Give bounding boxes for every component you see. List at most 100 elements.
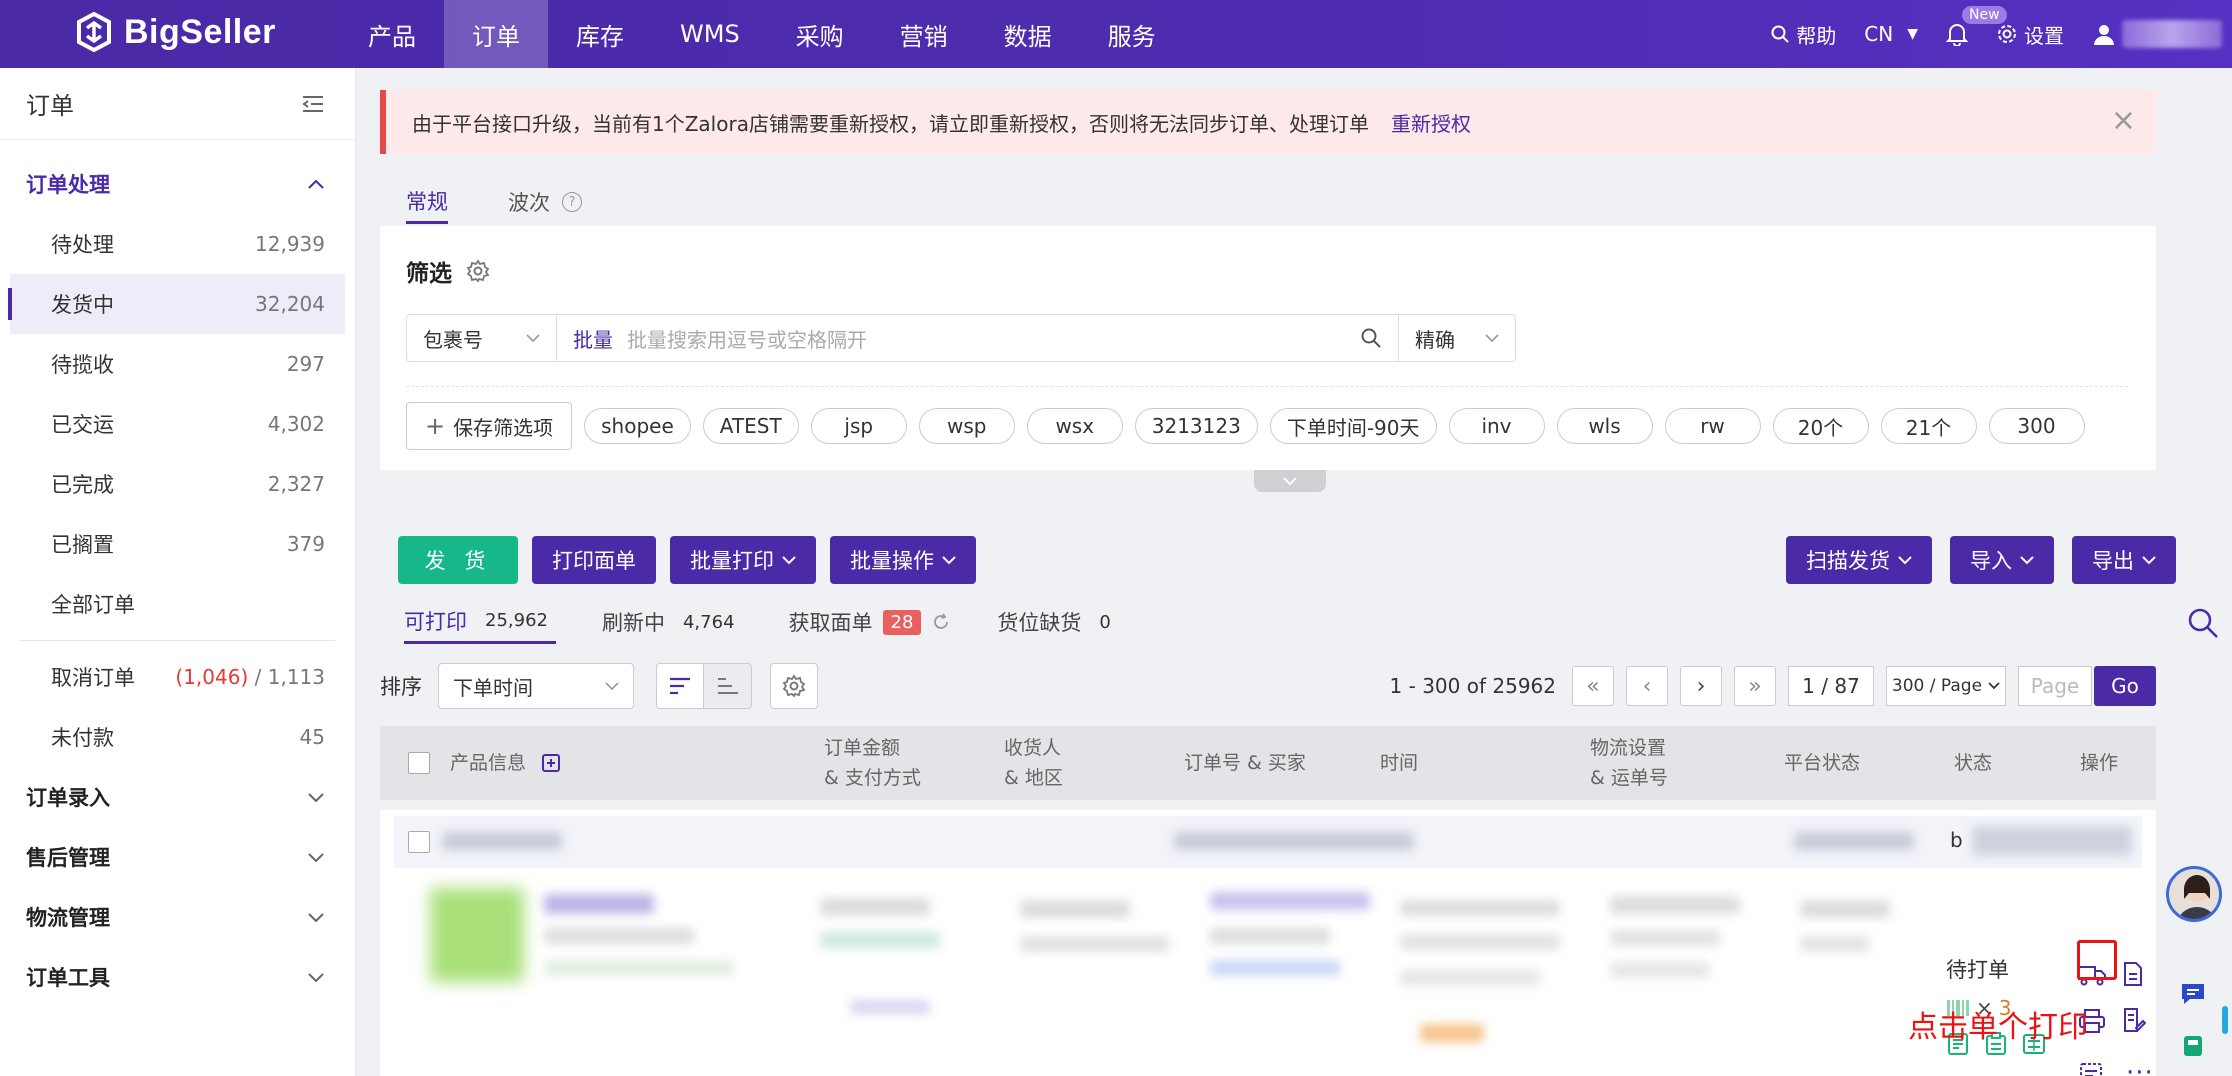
filter-chip[interactable]: 3213123 [1134, 408, 1258, 444]
edit-document-icon[interactable] [2122, 1008, 2146, 1032]
sort-asc-button[interactable] [704, 663, 752, 709]
sidebar-header: 订单 [0, 68, 355, 140]
subtab-fetch-label[interactable]: 获取面单 28 [789, 600, 952, 644]
search-input[interactable]: 批量 批量搜索用逗号或空格隔开 [557, 315, 1399, 361]
nav-item-service[interactable]: 服务 [1080, 0, 1184, 68]
sidebar-item-unpaid[interactable]: 未付款 45 [0, 707, 355, 767]
print-label-button[interactable]: 打印面单 [532, 536, 656, 584]
import-button[interactable]: 导入 [1950, 536, 2054, 584]
language-select[interactable]: CN ▼ [1864, 22, 1918, 46]
sidebar-group-order-entry[interactable]: 订单录入 [0, 767, 355, 827]
nav-item-orders[interactable]: 订单 [444, 0, 548, 68]
batch-toggle[interactable]: 批量 [573, 324, 613, 353]
sidebar-group-after-sales[interactable]: 售后管理 [0, 827, 355, 887]
sidebar-item-cancelled[interactable]: 取消订单 (1,046) / 1,113 [0, 647, 355, 707]
page-jump-input[interactable]: Page [2018, 666, 2092, 706]
support-avatar[interactable] [2166, 866, 2222, 922]
search-field-select[interactable]: 包裹号 [407, 315, 557, 361]
filter-chip[interactable]: rw [1664, 408, 1761, 444]
search-icon[interactable] [1360, 327, 1382, 349]
subtab-label: 获取面单 [788, 611, 873, 635]
save-filter-button[interactable]: + 保存筛选项 [406, 402, 573, 450]
filter-chip[interactable]: wsx [1026, 408, 1123, 444]
blurred-product-image [430, 888, 524, 982]
sidebar-item-all-orders[interactable]: 全部订单 [0, 574, 355, 634]
go-button[interactable]: Go [2094, 666, 2156, 706]
filter-chip[interactable]: wsp [918, 408, 1015, 444]
column-settings-button[interactable] [770, 663, 818, 709]
question-icon[interactable]: ? [562, 192, 582, 212]
last-page-button[interactable]: » [1734, 666, 1776, 706]
batch-print-button[interactable]: 批量打印 [670, 536, 816, 584]
logo[interactable]: BigSeller [74, 12, 276, 52]
blurred-payment [820, 932, 940, 948]
nav-item-purchase[interactable]: 采购 [768, 0, 872, 68]
th-product-label: 产品信息 [450, 752, 527, 774]
nav-item-inventory[interactable]: 库存 [548, 0, 652, 68]
sidebar-item-shipping[interactable]: 发货中 32,204 [8, 274, 345, 334]
match-mode-select[interactable]: 精确 [1399, 315, 1515, 361]
blurred-buyer [1210, 928, 1330, 944]
sidebar-item-on-hold[interactable]: 已搁置 379 [0, 514, 355, 574]
settings-link[interactable]: 设置 [1996, 20, 2064, 49]
sidebar-item-label: 已搁置 [51, 533, 114, 557]
sidebar-group-order-processing[interactable]: 订单处理 [0, 154, 355, 214]
document-icon[interactable] [2122, 962, 2144, 986]
help-link[interactable]: 帮助 [1770, 20, 1836, 49]
nav-item-data[interactable]: 数据 [976, 0, 1080, 68]
collapse-menu-icon[interactable] [301, 94, 325, 114]
sidebar-item-awaiting-pickup[interactable]: 待揽收 297 [0, 334, 355, 394]
filter-chip[interactable]: wls [1556, 408, 1653, 444]
filter-collapse-toggle[interactable] [1254, 470, 1326, 492]
filter-chip[interactable]: 21个 [1880, 408, 1977, 444]
gear-icon[interactable] [466, 259, 490, 283]
page-size-select[interactable]: 300 / Page [1886, 666, 2006, 706]
subtab-refreshing[interactable]: 刷新中 4,764 [602, 600, 743, 644]
first-page-button[interactable]: « [1572, 666, 1614, 706]
batch-ops-button[interactable]: 批量操作 [830, 536, 976, 584]
filter-chip[interactable]: jsp [810, 408, 907, 444]
tab-normal[interactable]: 常规 [406, 180, 448, 224]
refresh-icon[interactable] [931, 612, 951, 632]
filter-chip[interactable]: shopee [584, 408, 691, 444]
chevron-down-icon [2020, 556, 2034, 565]
filter-chip[interactable]: 20个 [1772, 408, 1869, 444]
sidebar-item-shipped[interactable]: 已交运 4,302 [0, 394, 355, 454]
reauthorize-link[interactable]: 重新授权 [1391, 108, 1471, 137]
sort-desc-button[interactable] [656, 663, 704, 709]
nav-item-marketing[interactable]: 营销 [872, 0, 976, 68]
filter-title-text: 筛选 [406, 261, 452, 287]
prev-page-button[interactable]: ‹ [1626, 666, 1668, 706]
sidebar-group-order-tools[interactable]: 订单工具 [0, 947, 355, 1007]
gear-icon [1998, 25, 2016, 43]
close-icon[interactable]: × [2111, 106, 2136, 136]
row-checkbox[interactable] [408, 831, 430, 853]
filter-chip[interactable]: ATEST [702, 408, 799, 444]
sidebar-group-label: 物流管理 [26, 906, 110, 930]
ship-button[interactable]: 发 货 [398, 536, 518, 584]
notification-button[interactable]: New [1946, 6, 2007, 46]
sidebar-group-logistics[interactable]: 物流管理 [0, 887, 355, 947]
filter-chip[interactable]: inv [1448, 408, 1545, 444]
receipt-icon[interactable] [2079, 1062, 2103, 1076]
filter-chip[interactable]: 下单时间-90天 [1269, 408, 1437, 444]
sidebar-item-pending[interactable]: 待处理 12,939 [0, 214, 355, 274]
chat-icon[interactable] [2180, 982, 2206, 1006]
scan-ship-button[interactable]: 扫描发货 [1786, 536, 1932, 584]
filter-chip[interactable]: 300 [1988, 408, 2085, 444]
subtab-out-of-stock[interactable]: 货位缺货 0 [997, 600, 1119, 644]
subtab-printable[interactable]: 可打印 25,962 [404, 600, 556, 644]
nav-item-wms[interactable]: WMS [652, 0, 768, 68]
plus-square-icon[interactable] [542, 754, 561, 772]
select-all-checkbox[interactable] [408, 752, 430, 774]
more-icon[interactable]: ··· [2126, 1058, 2154, 1076]
sort-field-select[interactable]: 下单时间 [438, 663, 634, 709]
guide-book-icon[interactable] [2181, 1034, 2205, 1058]
sidebar-item-completed[interactable]: 已完成 2,327 [0, 454, 355, 514]
tab-wave[interactable]: 波次 ? [508, 180, 582, 224]
user-menu[interactable] [2092, 20, 2222, 48]
next-page-button[interactable]: › [1680, 666, 1722, 706]
export-button[interactable]: 导出 [2072, 536, 2176, 584]
search-icon[interactable] [2186, 606, 2220, 640]
nav-item-products[interactable]: 产品 [340, 0, 444, 68]
